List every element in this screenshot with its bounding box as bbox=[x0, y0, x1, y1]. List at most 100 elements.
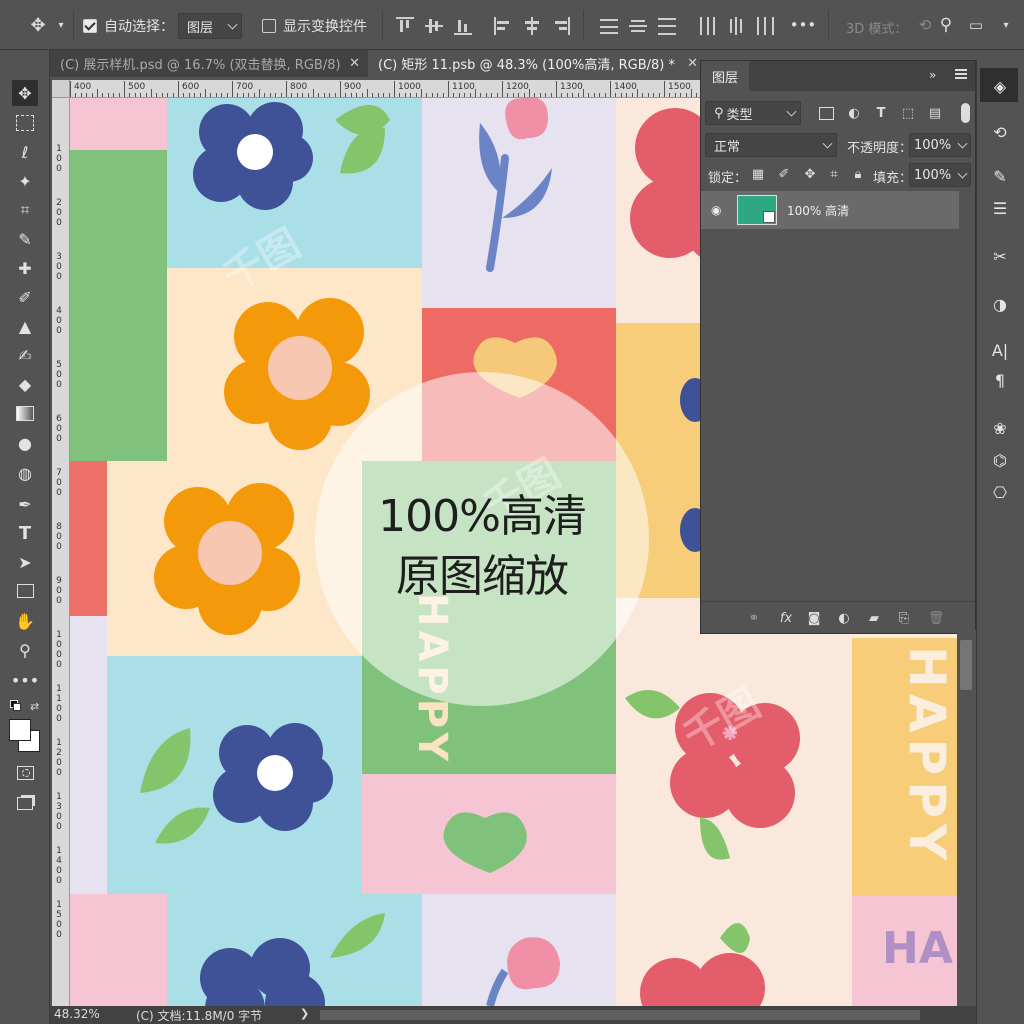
brush-settings-icon[interactable]: ✎ bbox=[988, 164, 1012, 188]
move-tool-preset-icon[interactable]: ✥ bbox=[27, 14, 49, 36]
libraries-icon[interactable]: ⎔ bbox=[988, 480, 1012, 504]
magic-wand-tool-icon[interactable]: ✦ bbox=[12, 168, 38, 194]
align-vertical-center-icon[interactable] bbox=[425, 17, 443, 35]
collapse-icon[interactable]: » bbox=[929, 68, 936, 82]
distribute-vertical-center-icon[interactable] bbox=[629, 17, 647, 35]
gradient-tool-icon[interactable] bbox=[12, 400, 38, 426]
document-info[interactable]: (C) 文档:11.8M/0 字节 bbox=[136, 1007, 262, 1024]
link-layers-icon[interactable]: ⚭ bbox=[745, 609, 763, 627]
screen-mode-icon[interactable] bbox=[12, 790, 38, 816]
filter-toggle[interactable] bbox=[961, 103, 970, 123]
marquee-tool-icon[interactable] bbox=[12, 110, 38, 136]
eraser-tool-icon[interactable]: ◆ bbox=[12, 371, 38, 397]
tab-showcase-mockup[interactable]: (C) 展示样机.psd @ 16.7% (双击替换, RGB/8) ✕ bbox=[50, 50, 368, 77]
status-arrow-icon[interactable]: ❯ bbox=[300, 1007, 309, 1020]
panel-menu-icon[interactable] bbox=[955, 69, 967, 79]
align-top-icon[interactable] bbox=[396, 17, 414, 35]
ruler-tick bbox=[323, 93, 325, 97]
chevron-down-icon[interactable]: ▾ bbox=[50, 14, 72, 36]
distribute-horizontal-center-icon[interactable] bbox=[727, 17, 745, 35]
layer-filter-dropdown[interactable]: ⚲ 类型 bbox=[705, 101, 801, 125]
blur-tool-icon[interactable]: ● bbox=[12, 430, 38, 456]
lock-artboard-icon[interactable]: ⌗ bbox=[825, 165, 843, 183]
swap-colors-icon[interactable]: ⇄ bbox=[30, 700, 39, 713]
eyedropper-tool-icon[interactable]: ✎ bbox=[12, 226, 38, 252]
horizontal-scrollbar[interactable] bbox=[320, 1010, 920, 1020]
fill-field[interactable]: 100% bbox=[909, 163, 971, 187]
history-icon[interactable]: ⟲ bbox=[988, 120, 1012, 144]
history-brush-tool-icon[interactable]: ✍ bbox=[12, 342, 38, 368]
default-colors-icon[interactable] bbox=[10, 700, 21, 711]
filter-adjustment-icon[interactable]: ◐ bbox=[845, 104, 863, 122]
lock-all-icon[interactable]: 🔒︎ bbox=[849, 165, 867, 183]
blend-mode-dropdown[interactable]: 正常 bbox=[705, 133, 837, 157]
zoom-level[interactable]: 48.32% bbox=[54, 1007, 100, 1021]
filter-shape-icon[interactable]: ⬚ bbox=[899, 104, 917, 122]
layer-row[interactable]: ◉ 100% 高清 bbox=[701, 191, 959, 229]
edit-toolbar-icon[interactable]: ••• bbox=[11, 667, 39, 693]
auto-select-target-dropdown[interactable]: 图层 bbox=[178, 13, 242, 39]
new-layer-icon[interactable]: ⎘ bbox=[895, 609, 913, 627]
lock-image-icon[interactable]: ✐ bbox=[775, 165, 793, 183]
ruler-tick bbox=[534, 93, 536, 97]
lock-transparent-icon[interactable]: ▦ bbox=[749, 165, 767, 183]
hand-tool-icon[interactable]: ✋ bbox=[12, 608, 38, 634]
type-tool-icon[interactable]: T bbox=[12, 520, 38, 546]
foreground-color-swatch[interactable] bbox=[9, 719, 31, 741]
adjustments-icon[interactable]: ☰ bbox=[988, 196, 1012, 220]
paths-icon[interactable]: ⌬ bbox=[988, 448, 1012, 472]
channels-icon[interactable]: ❀ bbox=[988, 416, 1012, 440]
ruler-tick bbox=[394, 81, 395, 97]
new-group-icon[interactable]: ▰ bbox=[865, 609, 883, 627]
close-icon[interactable]: ✕ bbox=[349, 56, 360, 71]
align-right-icon[interactable] bbox=[552, 17, 570, 35]
crop-tool-icon[interactable]: ⌗ bbox=[12, 197, 38, 223]
auto-select-checkbox[interactable] bbox=[83, 19, 97, 33]
tab-rectangle-11[interactable]: (C) 矩形 11.psb @ 48.3% (100%高清, RGB/8) * … bbox=[368, 50, 700, 77]
add-mask-icon[interactable]: ◙ bbox=[805, 609, 823, 627]
clone-stamp-tool-icon[interactable]: ▲ bbox=[12, 313, 38, 339]
filter-smart-object-icon[interactable]: ▤ bbox=[926, 104, 944, 122]
paragraph-icon[interactable]: ¶ bbox=[988, 368, 1012, 392]
ruler-origin[interactable] bbox=[52, 80, 70, 98]
vertical-scrollbar[interactable] bbox=[957, 630, 976, 1006]
align-left-icon[interactable] bbox=[494, 17, 512, 35]
distribute-left-icon[interactable] bbox=[698, 17, 716, 35]
filter-type-icon[interactable]: T bbox=[872, 104, 890, 122]
distribute-bottom-icon[interactable] bbox=[658, 17, 676, 35]
quick-mask-icon[interactable] bbox=[12, 760, 38, 786]
more-options-icon[interactable]: ••• bbox=[790, 14, 817, 36]
eye-icon[interactable]: ◉ bbox=[711, 203, 721, 217]
character-icon[interactable]: A| bbox=[988, 338, 1012, 362]
layer-thumbnail bbox=[737, 195, 777, 225]
brush-tool-icon[interactable]: ✐ bbox=[12, 284, 38, 310]
distribute-right-icon[interactable] bbox=[756, 17, 774, 35]
search-icon[interactable]: ⚲ bbox=[935, 14, 957, 36]
opacity-field[interactable]: 100% bbox=[909, 133, 971, 157]
align-horizontal-center-icon[interactable] bbox=[523, 17, 541, 35]
workspace-icon[interactable]: ▭ bbox=[965, 14, 987, 36]
rectangle-tool-icon[interactable] bbox=[12, 578, 38, 604]
fx-icon[interactable]: fx bbox=[777, 609, 795, 627]
align-bottom-icon[interactable] bbox=[454, 17, 472, 35]
workspace-chevron-icon[interactable]: ▾ bbox=[995, 14, 1017, 36]
layers-icon[interactable]: ◈ bbox=[988, 74, 1012, 98]
pen-tool-icon[interactable]: ✒ bbox=[12, 491, 38, 517]
path-selection-tool-icon[interactable]: ➤ bbox=[12, 549, 38, 575]
healing-brush-tool-icon[interactable]: ✚ bbox=[12, 255, 38, 281]
delete-layer-icon[interactable]: 🗑︎ bbox=[927, 609, 945, 627]
close-icon[interactable]: ✕ bbox=[687, 56, 698, 71]
color-icon[interactable]: ◑ bbox=[988, 292, 1012, 316]
zoom-tool-icon[interactable]: ⚲ bbox=[12, 637, 38, 663]
adjustment-layer-icon[interactable]: ◐ bbox=[835, 609, 853, 627]
tab-layers[interactable]: 图层 bbox=[701, 61, 749, 91]
filter-pixel-icon[interactable] bbox=[817, 104, 835, 122]
move-tool-icon[interactable]: ✥ bbox=[12, 80, 38, 106]
tool-presets-icon[interactable]: ✂ bbox=[988, 244, 1012, 268]
show-transform-checkbox[interactable] bbox=[262, 19, 276, 33]
dodge-tool-icon[interactable]: ◍ bbox=[12, 460, 38, 486]
scroll-thumb[interactable] bbox=[960, 640, 972, 690]
lock-position-icon[interactable]: ✥ bbox=[801, 165, 819, 183]
lasso-tool-icon[interactable]: ℓ bbox=[12, 139, 38, 165]
distribute-top-icon[interactable] bbox=[600, 17, 618, 35]
